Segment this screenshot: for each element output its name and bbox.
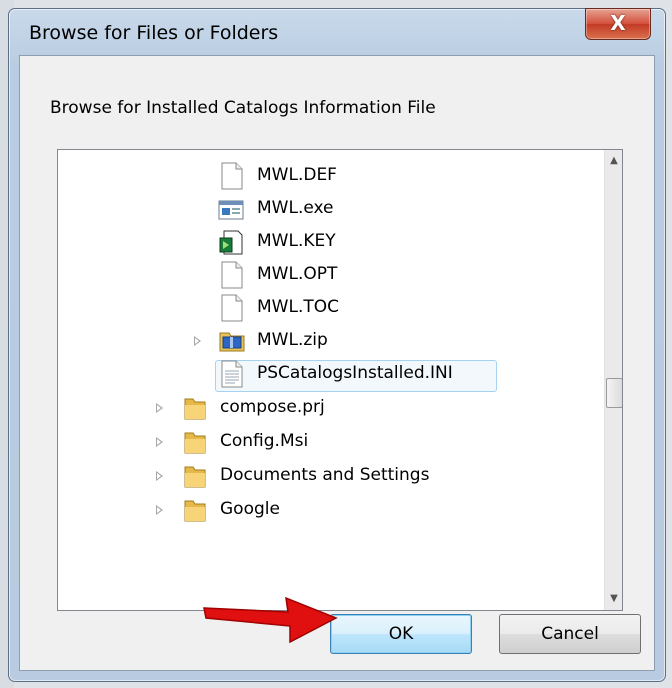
close-button[interactable]: X — [585, 8, 651, 40]
close-icon: X — [610, 11, 626, 35]
expand-arrow-icon[interactable] — [156, 471, 163, 481]
tree-item[interactable]: Google — [58, 494, 598, 527]
tree-item-label: MWL.TOC — [257, 297, 339, 317]
tree-item[interactable]: MWL.zip — [58, 325, 598, 358]
expand-arrow-icon[interactable] — [156, 403, 163, 413]
tree-item[interactable]: MWL.exe — [58, 193, 598, 226]
file-tree[interactable]: MWL.DEF MWL.exe MWL.KEY MWL.OPT MWL.TOC … — [57, 149, 623, 611]
ok-button[interactable]: OK — [330, 614, 472, 654]
tree-item-label: MWL.exe — [257, 198, 334, 218]
tree-item[interactable]: MWL.KEY — [58, 226, 598, 259]
scroll-up-arrow-icon[interactable]: ▲ — [605, 152, 622, 170]
folder-icon — [184, 398, 206, 420]
vertical-scrollbar[interactable]: ▲ ▼ — [604, 150, 622, 610]
file-icon — [221, 261, 243, 289]
zip-folder-icon — [219, 332, 245, 352]
tree-item-label: MWL.zip — [257, 330, 328, 350]
file-icon — [221, 294, 243, 322]
folder-icon — [184, 466, 206, 488]
tree-item[interactable]: MWL.OPT — [58, 259, 598, 292]
tree-item-label: Config.Msi — [220, 431, 309, 451]
browse-dialog: Browse for Files or Folders X Browse for… — [8, 8, 666, 682]
instruction-text: Browse for Installed Catalogs Informatio… — [50, 98, 436, 118]
tree-item-label: Google — [220, 499, 280, 519]
tree-item-label: MWL.KEY — [257, 231, 336, 251]
tree-item[interactable]: compose.prj — [58, 392, 598, 425]
tree-item-label: Documents and Settings — [220, 465, 430, 485]
tree-item-label: MWL.OPT — [257, 264, 338, 284]
folder-icon — [184, 500, 206, 522]
window-title: Browse for Files or Folders — [29, 22, 279, 44]
tree-item[interactable]: MWL.TOC — [58, 292, 598, 325]
annotation-arrow-icon — [203, 596, 338, 644]
key-file-icon — [219, 230, 243, 255]
scroll-thumb[interactable] — [606, 378, 622, 408]
tree-item-label: PSCatalogsInstalled.INI — [257, 363, 453, 383]
expand-arrow-icon[interactable] — [194, 336, 201, 346]
tree-item[interactable]: Config.Msi — [58, 426, 598, 459]
title-bar[interactable]: Browse for Files or Folders X — [9, 8, 665, 55]
expand-arrow-icon[interactable] — [156, 505, 163, 515]
dialog-client-area: Browse for Installed Catalogs Informatio… — [19, 55, 655, 671]
tree-item[interactable]: Documents and Settings — [58, 460, 598, 493]
tree-item[interactable]: MWL.DEF — [58, 160, 598, 193]
executable-icon — [218, 200, 244, 220]
file-icon — [221, 162, 243, 190]
tree-item-label: MWL.DEF — [257, 165, 337, 185]
tree-item-label: compose.prj — [220, 397, 325, 417]
expand-arrow-icon[interactable] — [156, 437, 163, 447]
ini-file-icon — [221, 360, 243, 388]
folder-icon — [184, 432, 206, 454]
cancel-button[interactable]: Cancel — [499, 614, 641, 654]
tree-item-selected[interactable]: PSCatalogsInstalled.INI — [58, 358, 598, 392]
scroll-down-arrow-icon[interactable]: ▼ — [605, 590, 622, 608]
